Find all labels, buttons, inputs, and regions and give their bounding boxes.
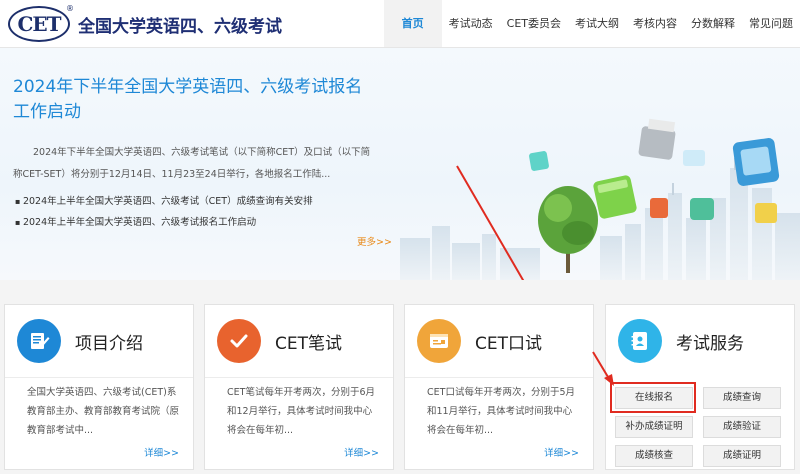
registered-mark: ®	[66, 4, 74, 13]
score-certificate-button[interactable]: 成绩证明	[703, 445, 781, 467]
site-title[interactable]: 全国大学英语四、六级考试	[78, 12, 282, 37]
news-item[interactable]: 2024年上半年全国大学英语四、六级考试（CET）成绩查询有关安排	[15, 191, 313, 212]
address-book-icon	[618, 319, 662, 363]
nav-home[interactable]: 首页	[383, 0, 442, 47]
header: CET ® 全国大学英语四、六级考试 首页 考试动态 CET委员会 考试大纲 考…	[0, 0, 800, 48]
form-window-icon	[417, 319, 461, 363]
card-text: 全国大学英语四、六级考试(CET)系教育部主办、教育部教育考试院（原教育部考试中…	[27, 387, 180, 436]
divider	[205, 377, 393, 378]
document-edit-icon	[17, 319, 61, 363]
nav-syllabus[interactable]: 考试大纲	[568, 0, 626, 47]
reissue-certificate-button[interactable]: 补办成绩证明	[615, 416, 693, 438]
divider	[5, 377, 193, 378]
card-cet-oral[interactable]: CET口试 CET口试每年开考两次，分别于5月和11月举行，具体考试时间我中心将…	[404, 304, 594, 470]
highlight-box	[610, 382, 696, 413]
divider	[405, 377, 593, 378]
nav-content[interactable]: 考核内容	[626, 0, 684, 47]
nav-cet-committee[interactable]: CET委员会	[500, 0, 568, 47]
nav-faq[interactable]: 常见问题	[742, 0, 800, 47]
card-project-intro[interactable]: 项目介绍 全国大学英语四、六级考试(CET)系教育部主办、教育部教育考试院（原教…	[4, 304, 194, 470]
score-query-button[interactable]: 成绩查询	[703, 387, 781, 409]
card-text: CET口试每年开考两次，分别于5月和11月举行，具体考试时间我中心将会在每年初.…	[427, 387, 575, 436]
banner-headline[interactable]: 2024年下半年全国大学英语四、六级考试报名工作启动	[13, 75, 373, 125]
banner-description: 2024年下半年全国大学英语四、六级考试笔试（以下简称CET）及口试（以下简称C…	[13, 147, 371, 180]
logo-text: CET	[17, 12, 61, 36]
details-link[interactable]: 详细>>	[144, 445, 179, 459]
details-link[interactable]: 详细>>	[344, 445, 379, 459]
card-title: CET口试	[475, 334, 542, 354]
main-nav: 首页 考试动态 CET委员会 考试大纲 考核内容 分数解释 常见问题	[383, 0, 800, 47]
score-verification-button[interactable]: 成绩验证	[703, 416, 781, 438]
card-title: 考试服务	[676, 334, 744, 354]
details-link[interactable]: 详细>>	[544, 445, 579, 459]
score-check-button[interactable]: 成绩核查	[615, 445, 693, 467]
nav-score-explain[interactable]: 分数解释	[684, 0, 742, 47]
banner: 2024年下半年全国大学英语四、六级考试报名工作启动 2024年下半年全国大学英…	[0, 48, 800, 280]
more-link[interactable]: 更多>>	[357, 234, 392, 248]
checkmark-icon	[217, 319, 261, 363]
nav-exam-news[interactable]: 考试动态	[442, 0, 500, 47]
card-title: CET笔试	[275, 334, 342, 354]
card-text: CET笔试每年开考两次，分别于6月和12月举行，具体考试时间我中心将会在每年初.…	[227, 387, 375, 436]
card-cet-written[interactable]: CET笔试 CET笔试每年开考两次，分别于6月和12月举行，具体考试时间我中心将…	[204, 304, 394, 470]
cet-logo[interactable]: CET ®	[8, 4, 74, 42]
news-list: 2024年上半年全国大学英语四、六级考试（CET）成绩查询有关安排 2024年上…	[15, 191, 313, 233]
card-title: 项目介绍	[75, 334, 143, 354]
news-item[interactable]: 2024年上半年全国大学英语四、六级考试报名工作启动	[15, 212, 313, 233]
